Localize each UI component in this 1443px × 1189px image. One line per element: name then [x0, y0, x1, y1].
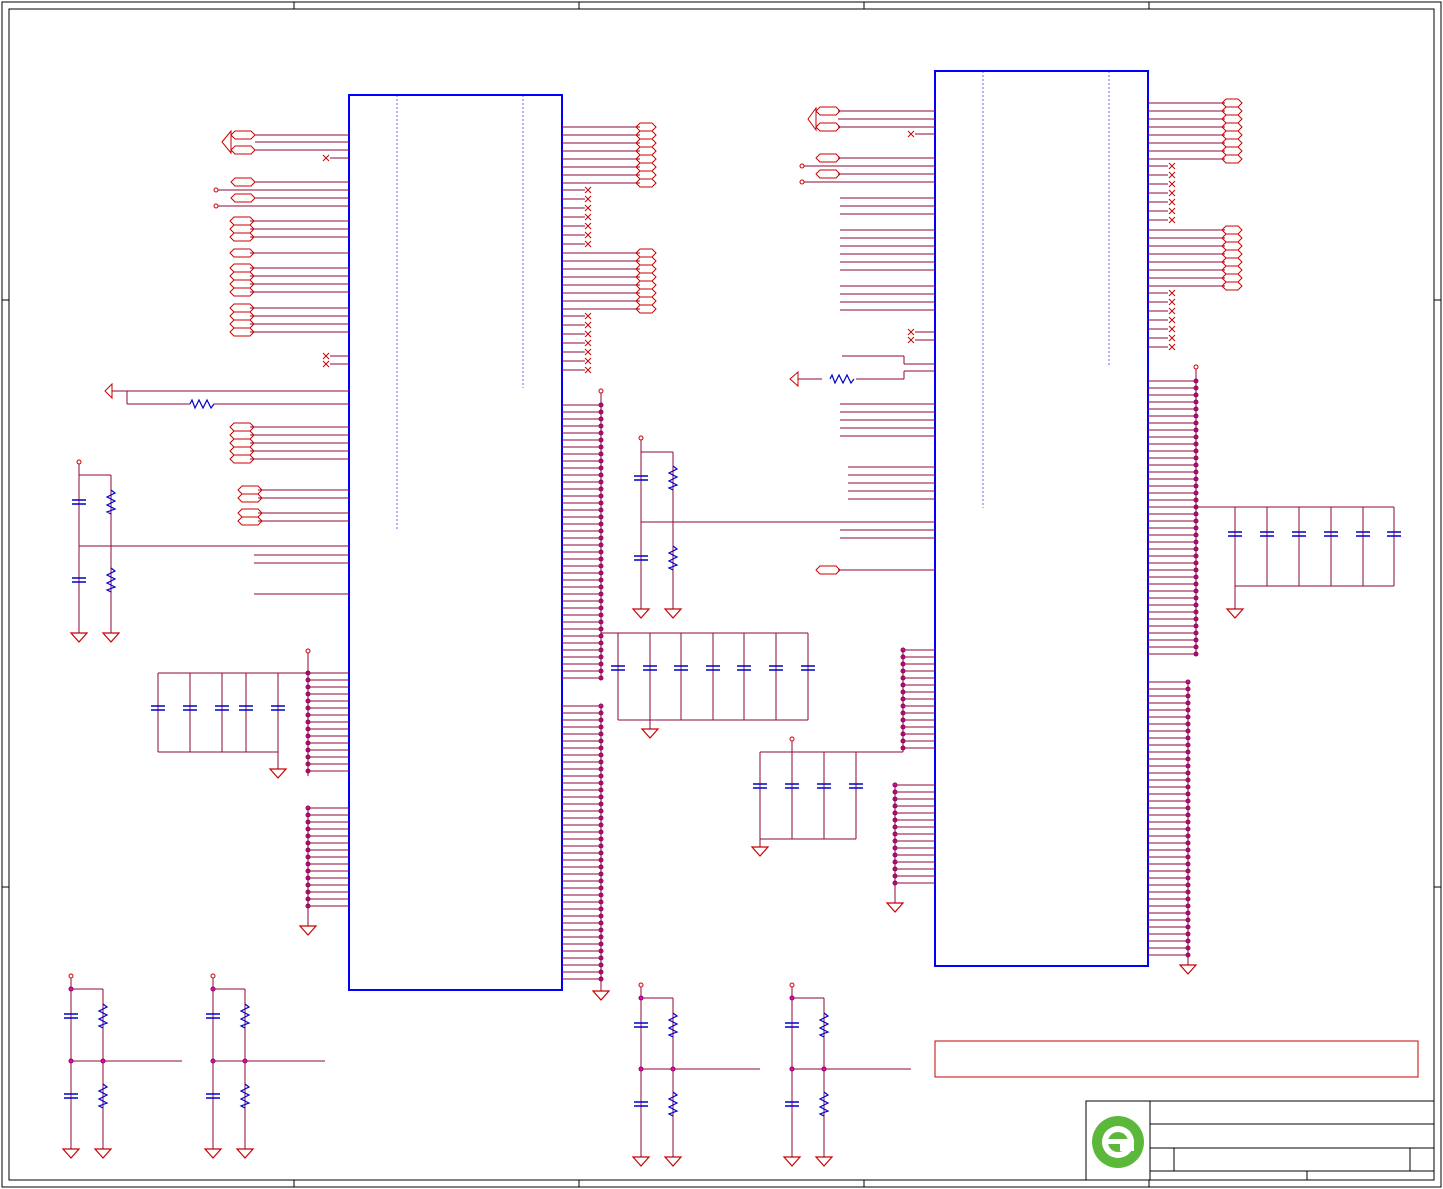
u-left-soc — [348, 94, 563, 991]
mid-cap-bank — [592, 388, 816, 1001]
mid-divider — [632, 435, 935, 619]
right-chip-right-pins — [1148, 102, 1225, 958]
company-logo — [1092, 1116, 1144, 1168]
right-left-cap-bank — [751, 650, 904, 913]
bottom-dividers — [62, 973, 911, 1167]
schematic-sheet — [1, 1, 1442, 1188]
left-chip-left-pins — [250, 134, 349, 909]
note-box — [934, 1040, 1419, 1078]
right-chip-left-pins — [798, 110, 935, 886]
left-divider-1 — [70, 459, 349, 643]
right-cap-bank — [1179, 364, 1402, 975]
left-cap-bank — [150, 648, 317, 936]
sheet-border — [1, 1, 1442, 1188]
net-ports — [213, 98, 1243, 575]
u-right-soc — [934, 70, 1149, 967]
left-ref-net — [104, 382, 349, 409]
